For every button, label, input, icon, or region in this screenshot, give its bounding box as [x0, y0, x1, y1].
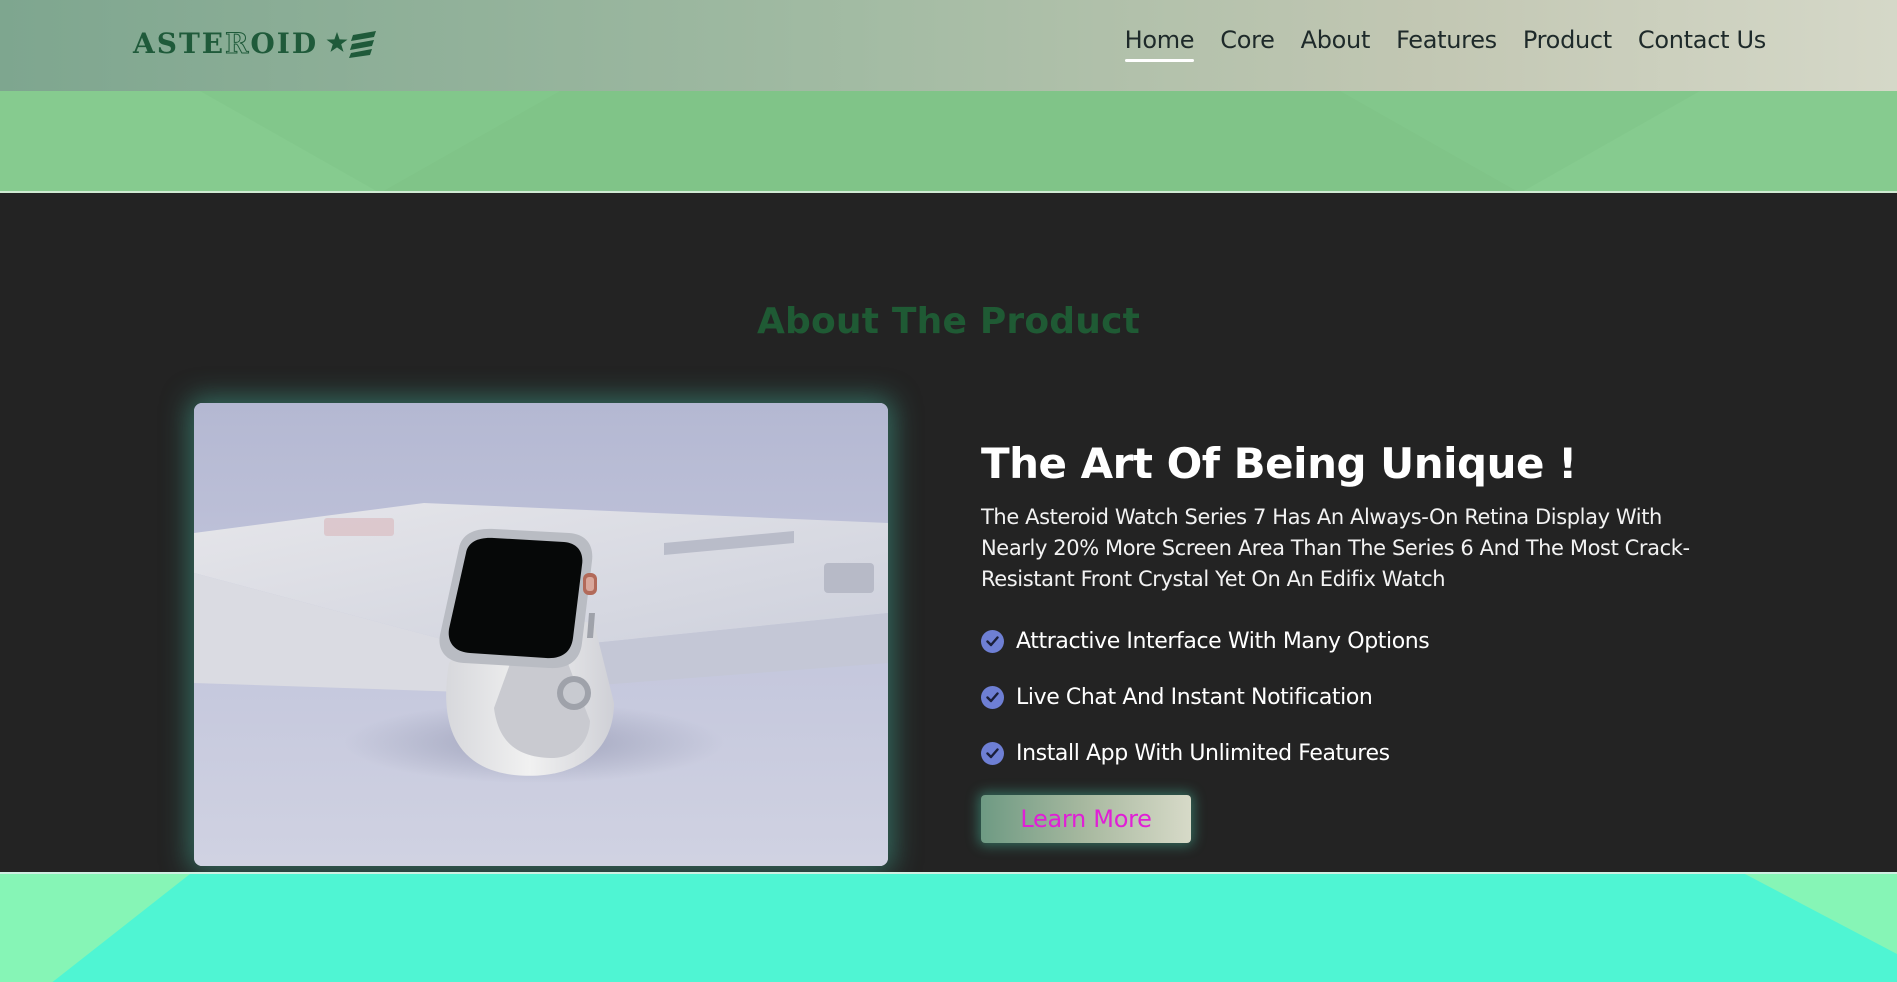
check-circle-icon: [981, 741, 1004, 765]
nav-contact-us[interactable]: Contact Us: [1638, 26, 1766, 62]
nav-about[interactable]: About: [1301, 26, 1371, 62]
product-image: [194, 403, 888, 866]
product-content: The Art Of Being Unique ! The Asteroid W…: [981, 438, 1721, 843]
feature-item: Live Chat And Instant Notification: [981, 669, 1721, 725]
main-nav: Home Core About Features Product Contact…: [1124, 26, 1766, 62]
product-description: The Asteroid Watch Series 7 Has An Alway…: [981, 505, 1690, 591]
feature-list: Attractive Interface With Many Options L…: [981, 613, 1721, 781]
feature-text: Install App With Unlimited Features: [1016, 740, 1390, 766]
feature-item: Attractive Interface With Many Options: [981, 613, 1721, 669]
learn-more-button[interactable]: Learn More: [981, 795, 1191, 843]
nav-home[interactable]: Home: [1124, 26, 1195, 62]
product-headline: The Art Of Being Unique !: [981, 439, 1577, 488]
star-icon: [326, 29, 378, 59]
feature-item: Install App With Unlimited Features: [981, 725, 1721, 781]
section-title: About The Product: [756, 301, 1141, 342]
logo-text-part: OID: [250, 27, 319, 60]
logo[interactable]: ASTEROID: [133, 27, 378, 61]
nav-core[interactable]: Core: [1220, 26, 1275, 62]
top-decorative-band: [0, 91, 1897, 193]
about-section: About The Product The Art Of Being Uniqu…: [0, 193, 1897, 872]
check-circle-icon: [981, 685, 1004, 709]
feature-text: Attractive Interface With Many Options: [1016, 628, 1430, 654]
check-circle-icon: [981, 629, 1004, 653]
feature-text: Live Chat And Instant Notification: [1016, 684, 1373, 710]
nav-features[interactable]: Features: [1396, 26, 1497, 62]
logo-text: ASTEROID: [133, 27, 319, 61]
bottom-decorative-band: [0, 872, 1897, 982]
logo-text-part: R: [225, 27, 251, 61]
logo-text-part: ASTE: [133, 27, 226, 60]
site-header: ASTEROID Home Core About Features Produc…: [0, 0, 1897, 91]
nav-product[interactable]: Product: [1523, 26, 1612, 62]
